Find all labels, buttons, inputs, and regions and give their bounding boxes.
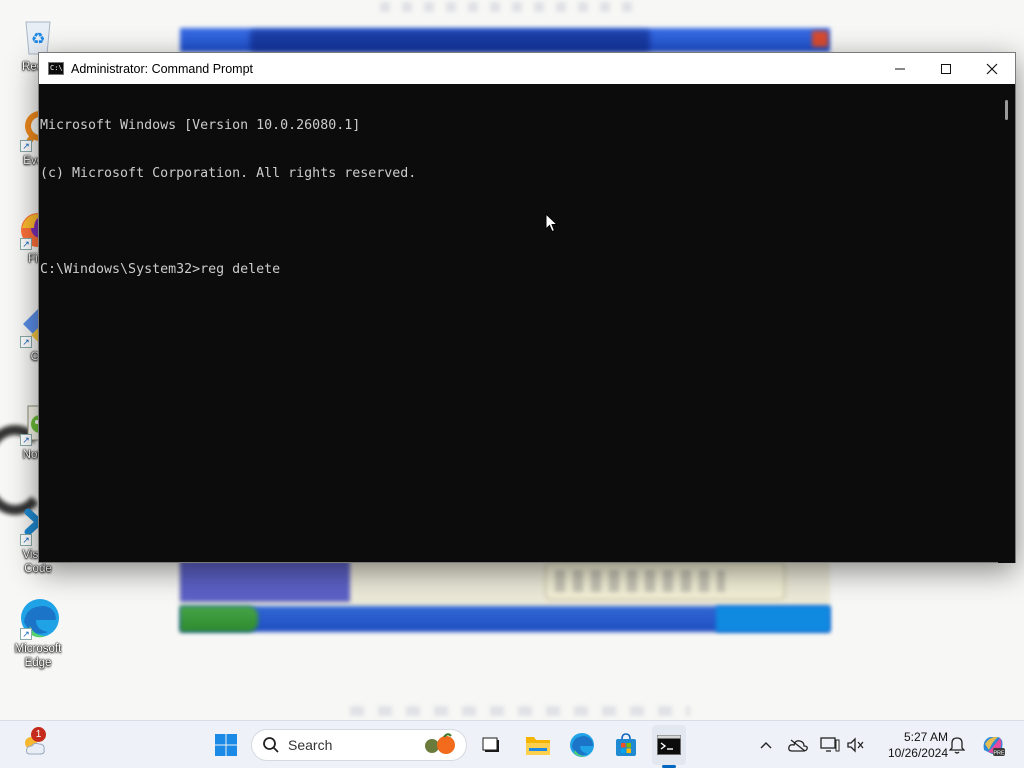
copilot-icon: PRE: [983, 736, 1005, 757]
volume-tray-button[interactable]: [844, 721, 868, 768]
close-icon: [986, 63, 998, 74]
taskbar-search-box[interactable]: Search: [251, 729, 467, 761]
console-scrollbar[interactable]: [998, 84, 1015, 563]
svg-text:♻: ♻: [31, 29, 45, 48]
terminal-icon: [657, 735, 681, 755]
console-prompt-line[interactable]: C:\Windows\System32>reg delete: [40, 262, 999, 278]
console-output[interactable]: Microsoft Windows [Version 10.0.26080.1]…: [39, 84, 999, 563]
onedrive-icon: [788, 739, 808, 752]
task-view-button[interactable]: [476, 721, 506, 768]
file-explorer-icon: [526, 737, 550, 755]
edge-icon: ↗: [16, 596, 60, 640]
tray-clock[interactable]: 5:27 AM 10/26/2024: [872, 729, 948, 761]
window-titlebar[interactable]: C:\ Administrator: Command Prompt: [39, 53, 1015, 84]
onedrive-tray-button[interactable]: [786, 721, 810, 768]
show-hidden-icons-button[interactable]: [755, 721, 777, 768]
search-icon: [263, 737, 279, 753]
command-prompt-taskbar-button[interactable]: [652, 725, 686, 765]
console-line: (c) Microsoft Corporation. All rights re…: [40, 166, 417, 181]
desktop-icon-label: Code: [24, 563, 52, 575]
volume-muted-icon: [847, 737, 864, 753]
network-icon: [820, 737, 840, 752]
search-placeholder: Search: [288, 737, 333, 753]
maximize-icon: [941, 63, 951, 74]
minimize-button[interactable]: [877, 53, 923, 84]
command-prompt-window[interactable]: C:\ Administrator: Command Prompt Micros…: [38, 52, 1016, 563]
clock-time: 5:27 AM: [903, 730, 948, 744]
shortcut-arrow-icon: ↗: [20, 628, 32, 640]
start-button[interactable]: [207, 721, 245, 768]
chevron-up-icon: [760, 742, 772, 749]
desktop-icon-microsoft-edge[interactable]: ↗ Microsoft Edge: [6, 596, 70, 670]
search-highlight-icon: [425, 733, 455, 754]
shortcut-arrow-icon: ↗: [20, 534, 32, 546]
close-button[interactable]: [969, 53, 1015, 84]
desktop-icon-label: Edge: [24, 657, 52, 669]
notification-icon: [949, 737, 965, 754]
scrollbar-thumb[interactable]: [1005, 100, 1008, 120]
minimize-icon: [895, 68, 905, 69]
file-explorer-button[interactable]: [522, 721, 554, 768]
edge-icon: [570, 733, 594, 757]
edge-taskbar-button[interactable]: [566, 721, 598, 768]
window-title: Administrator: Command Prompt: [71, 61, 254, 76]
command-prompt-icon: C:\: [48, 62, 64, 75]
network-tray-button[interactable]: [818, 721, 842, 768]
window-controls: [877, 53, 1015, 84]
task-view-icon: [482, 737, 499, 752]
console-line: Microsoft Windows [Version 10.0.26080.1]: [40, 118, 361, 133]
maximize-button[interactable]: [923, 53, 969, 84]
shortcut-arrow-icon: ↗: [20, 434, 32, 446]
taskbar: Search 5:27 AM 10/26/2024 PRE: [0, 720, 1024, 768]
notification-center-button[interactable]: [946, 721, 968, 768]
shortcut-arrow-icon: ↗: [20, 140, 32, 152]
shortcut-arrow-icon: ↗: [20, 336, 32, 348]
clock-date: 10/26/2024: [887, 746, 948, 760]
notification-badge: 1: [31, 727, 46, 742]
start-icon: [215, 734, 237, 756]
desktop-icon-label: Microsoft: [14, 643, 62, 655]
shortcut-arrow-icon: ↗: [20, 238, 32, 250]
mouse-pointer-icon: [545, 213, 559, 233]
microsoft-store-button[interactable]: [610, 721, 642, 768]
copilot-button[interactable]: PRE: [978, 721, 1008, 768]
microsoft-store-icon: [616, 733, 636, 756]
svg-text:PRE: PRE: [993, 751, 1005, 757]
